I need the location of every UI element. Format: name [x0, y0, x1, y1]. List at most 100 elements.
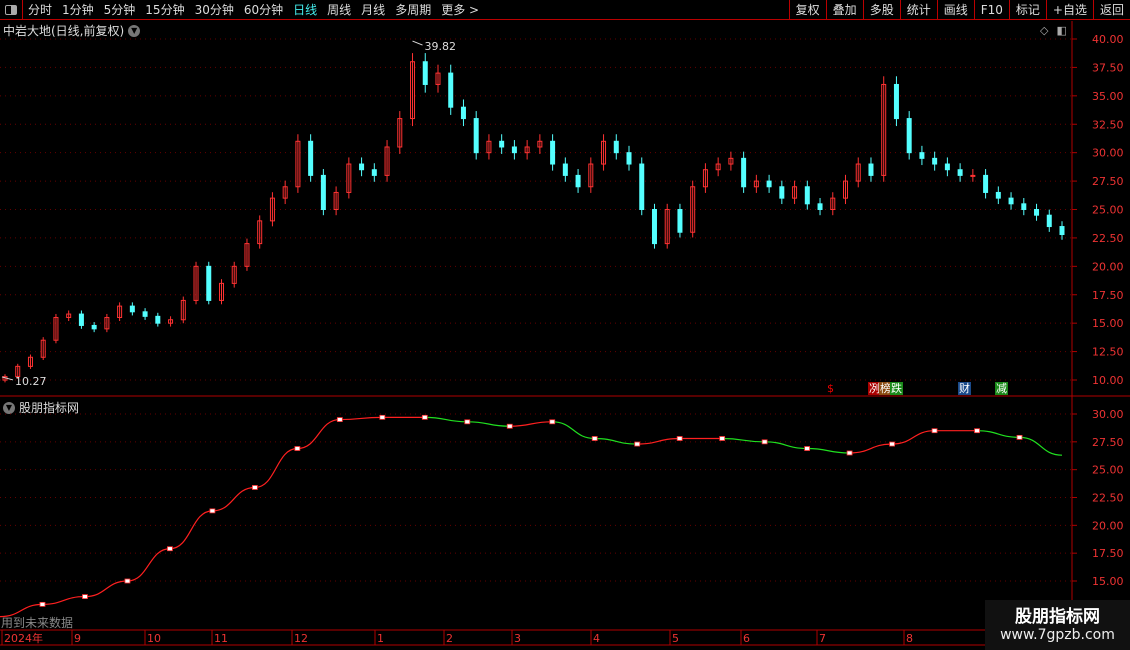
- indicator-line-segment: [509, 421, 553, 427]
- candle: [906, 118, 912, 154]
- x-axis-label: 3: [514, 632, 521, 645]
- indicator-marker: [294, 446, 301, 451]
- candle: [320, 174, 326, 210]
- watermark-name: 股朋指标网: [1015, 607, 1100, 627]
- candle: [155, 315, 161, 324]
- indicator-line-segment: [297, 418, 340, 450]
- candle: [448, 72, 454, 108]
- candle: [639, 163, 645, 211]
- indicator-marker: [421, 414, 428, 420]
- indicator-line-segment: [84, 580, 128, 598]
- indicator-y-tick-label: 20.00: [1092, 519, 1124, 532]
- indicator-y-tick-label: 27.50: [1092, 436, 1124, 449]
- watermark-url: www.7gpzb.com: [1000, 627, 1115, 643]
- indicator-marker: [209, 508, 216, 514]
- candle: [1021, 203, 1027, 210]
- indicator-line-segment: [254, 447, 298, 489]
- candle: [970, 174, 976, 177]
- price-chart[interactable]: 40.00 37.50 35.00 32.50 30.00 27.50 25.00 22.50…: [0, 0, 1130, 650]
- y-tick-label: 37.50: [1092, 61, 1124, 74]
- min-price-label: 10.27: [15, 375, 47, 388]
- x-axis-label: 6: [743, 632, 750, 645]
- candle: [766, 180, 772, 188]
- candle: [919, 152, 925, 159]
- x-axis-label: 4: [593, 632, 600, 645]
- x-axis-label: 12: [294, 632, 308, 645]
- y-tick-label: 17.50: [1092, 289, 1124, 302]
- y-tick-label: 22.50: [1092, 232, 1124, 245]
- indicator-y-tick-label: 30.00: [1092, 408, 1124, 421]
- indicator-marker: [549, 419, 556, 425]
- indicator-line-segment: [807, 447, 850, 454]
- y-tick-label: 12.50: [1092, 346, 1124, 359]
- candle: [613, 140, 619, 154]
- indicator-line-segment: [892, 430, 935, 445]
- indicator-marker: [379, 414, 386, 420]
- candle: [460, 106, 466, 120]
- candle: [957, 169, 963, 176]
- indicator-marker: [167, 546, 173, 552]
- candle: [91, 324, 97, 330]
- x-axis-label: 1: [377, 632, 384, 645]
- candle: [651, 209, 657, 245]
- event-badge[interactable]: 财: [958, 382, 971, 395]
- x-axis-label: 11: [214, 632, 228, 645]
- event-badge[interactable]: 减: [995, 382, 1008, 395]
- y-tick-label: 30.00: [1092, 147, 1124, 160]
- indicator-y-tick-label: 22.50: [1092, 492, 1124, 505]
- candle: [499, 140, 505, 148]
- x-axis-label: 8: [906, 632, 913, 645]
- indicator-line-segment: [0, 603, 43, 618]
- indicator-marker: [336, 417, 343, 422]
- candle: [308, 140, 314, 176]
- x-axis-label: 2: [446, 632, 453, 645]
- event-badge[interactable]: $: [826, 382, 835, 395]
- x-axis-label: 10: [147, 632, 161, 645]
- indicator-marker: [889, 441, 895, 447]
- indicator-line-segment: [339, 416, 383, 421]
- event-badge[interactable]: 跌: [890, 382, 903, 395]
- candle: [562, 163, 568, 176]
- y-tick-label: 20.00: [1092, 260, 1124, 273]
- indicator-marker: [676, 436, 683, 441]
- y-tick-label: 25.00: [1092, 204, 1124, 217]
- x-axis-label: 9: [74, 632, 81, 645]
- candle: [804, 186, 810, 205]
- indicator-line-segment: [552, 421, 595, 440]
- indicator-line-segment: [127, 548, 170, 582]
- candle: [817, 203, 823, 210]
- indicator-marker: [719, 436, 726, 441]
- indicator-line-segment: [467, 421, 510, 427]
- candle: [206, 265, 212, 301]
- candle: [575, 174, 581, 188]
- indicator-marker: [506, 423, 513, 429]
- max-price-label: 39.82: [425, 40, 457, 53]
- indicator-marker: [82, 594, 88, 599]
- candle: [626, 152, 632, 165]
- indicator-marker: [634, 441, 641, 447]
- candle: [868, 163, 874, 176]
- indicator-line-segment: [764, 441, 808, 450]
- indicator-line-segment: [722, 437, 765, 443]
- x-axis-label: 5: [672, 632, 679, 645]
- y-tick-label: 32.50: [1092, 118, 1124, 131]
- indicator-marker: [39, 601, 46, 607]
- indicator-marker: [124, 578, 131, 584]
- candle: [932, 157, 938, 165]
- indicator-marker: [761, 439, 768, 445]
- candle: [995, 191, 1001, 199]
- candle: [983, 174, 989, 193]
- candle: [473, 118, 479, 154]
- indicator-line-segment: [977, 430, 1020, 438]
- indicator-y-tick-label: 15.00: [1092, 575, 1124, 588]
- candle: [142, 311, 148, 317]
- indicator-marker: [464, 419, 471, 425]
- candle: [677, 209, 683, 233]
- y-tick-label: 10.00: [1092, 374, 1124, 387]
- watermark: 股朋指标网 www.7gpzb.com: [985, 600, 1130, 650]
- y-tick-label: 35.00: [1092, 90, 1124, 103]
- y-tick-label: 40.00: [1092, 33, 1124, 46]
- indicator-y-tick-label: 25.00: [1092, 464, 1124, 477]
- candle: [78, 313, 84, 326]
- candle: [129, 305, 135, 313]
